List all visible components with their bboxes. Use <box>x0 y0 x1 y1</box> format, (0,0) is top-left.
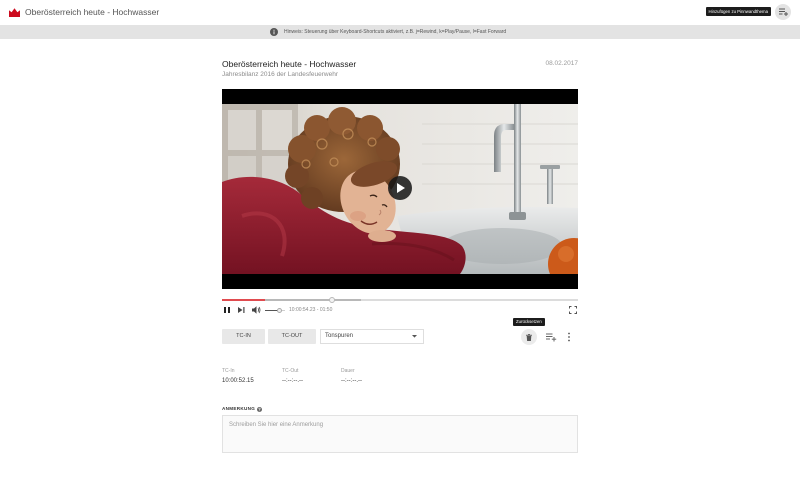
playlist-add-icon <box>545 332 557 342</box>
add-to-board-tooltip: Hinzufügen zu Pinnwandthema <box>705 7 771 16</box>
pause-button[interactable] <box>223 306 231 314</box>
chevron-down-icon <box>412 335 417 338</box>
audio-track-select-value: Tonspuren <box>325 333 354 339</box>
note-label: ANMERKUNG <box>222 406 256 411</box>
volume-button[interactable] <box>252 306 261 314</box>
tc-in-value: 10:00:52.15 <box>222 378 254 384</box>
info-icon <box>270 28 278 36</box>
tc-in-label: TC-In <box>222 368 235 374</box>
add-to-playlist-button[interactable] <box>545 332 557 342</box>
pause-icon <box>223 306 231 314</box>
timecode-display: 10:00:54.23 - 01:50 <box>289 307 333 313</box>
brand-logo-shape <box>9 8 20 17</box>
play-button[interactable] <box>388 176 412 200</box>
app-title: Oberösterreich heute - Hochwasser <box>25 7 160 17</box>
reset-tooltip: Zurücksetzen <box>513 318 545 326</box>
tc-out-value: --:--:--.-- <box>282 378 303 384</box>
reset-button[interactable] <box>521 329 537 345</box>
playlist-add-icon <box>778 8 788 16</box>
note-input[interactable] <box>222 415 578 453</box>
skip-next-button[interactable] <box>238 307 245 313</box>
volume-icon <box>252 306 261 314</box>
trash-icon <box>526 333 532 341</box>
play-icon <box>396 183 405 193</box>
more-vert-icon <box>566 331 572 343</box>
more-options-button[interactable] <box>566 331 572 343</box>
duration-value: --:--:--.-- <box>341 378 362 384</box>
clip-date: 08.02.2017 <box>545 60 578 67</box>
seek-bar[interactable] <box>222 297 578 303</box>
video-player[interactable] <box>222 89 578 289</box>
volume-slider-handle[interactable] <box>276 307 282 313</box>
fullscreen-button[interactable] <box>569 306 577 314</box>
fullscreen-icon <box>569 306 577 314</box>
brand-logo-icon <box>9 8 20 17</box>
audio-track-select[interactable]: Tonspuren <box>320 329 424 344</box>
seek-bar-handle[interactable] <box>329 297 336 303</box>
help-icon[interactable] <box>256 406 262 412</box>
clip-title: Oberösterreich heute - Hochwasser <box>222 59 357 69</box>
volume-slider[interactable] <box>265 307 285 313</box>
keyboard-shortcut-notice: Hinweis: Steuerung über Keyboard-Shortcu… <box>0 25 800 39</box>
seek-bar-highlight <box>222 299 265 301</box>
notice-text: Hinweis: Steuerung über Keyboard-Shortcu… <box>284 29 507 35</box>
skip-next-icon <box>238 307 245 313</box>
add-to-board-button[interactable] <box>775 4 791 20</box>
clip-subtitle: Jahresbilanz 2016 der Landesfeuerwehr <box>222 71 338 78</box>
top-bar: Oberösterreich heute - Hochwasser Hinzuf… <box>0 0 800 25</box>
duration-label: Dauer <box>341 368 355 374</box>
tc-out-button[interactable]: TC-OUT <box>268 329 316 344</box>
tc-out-label: TC-Out <box>282 368 299 374</box>
tc-in-button[interactable]: TC-IN <box>222 329 265 344</box>
